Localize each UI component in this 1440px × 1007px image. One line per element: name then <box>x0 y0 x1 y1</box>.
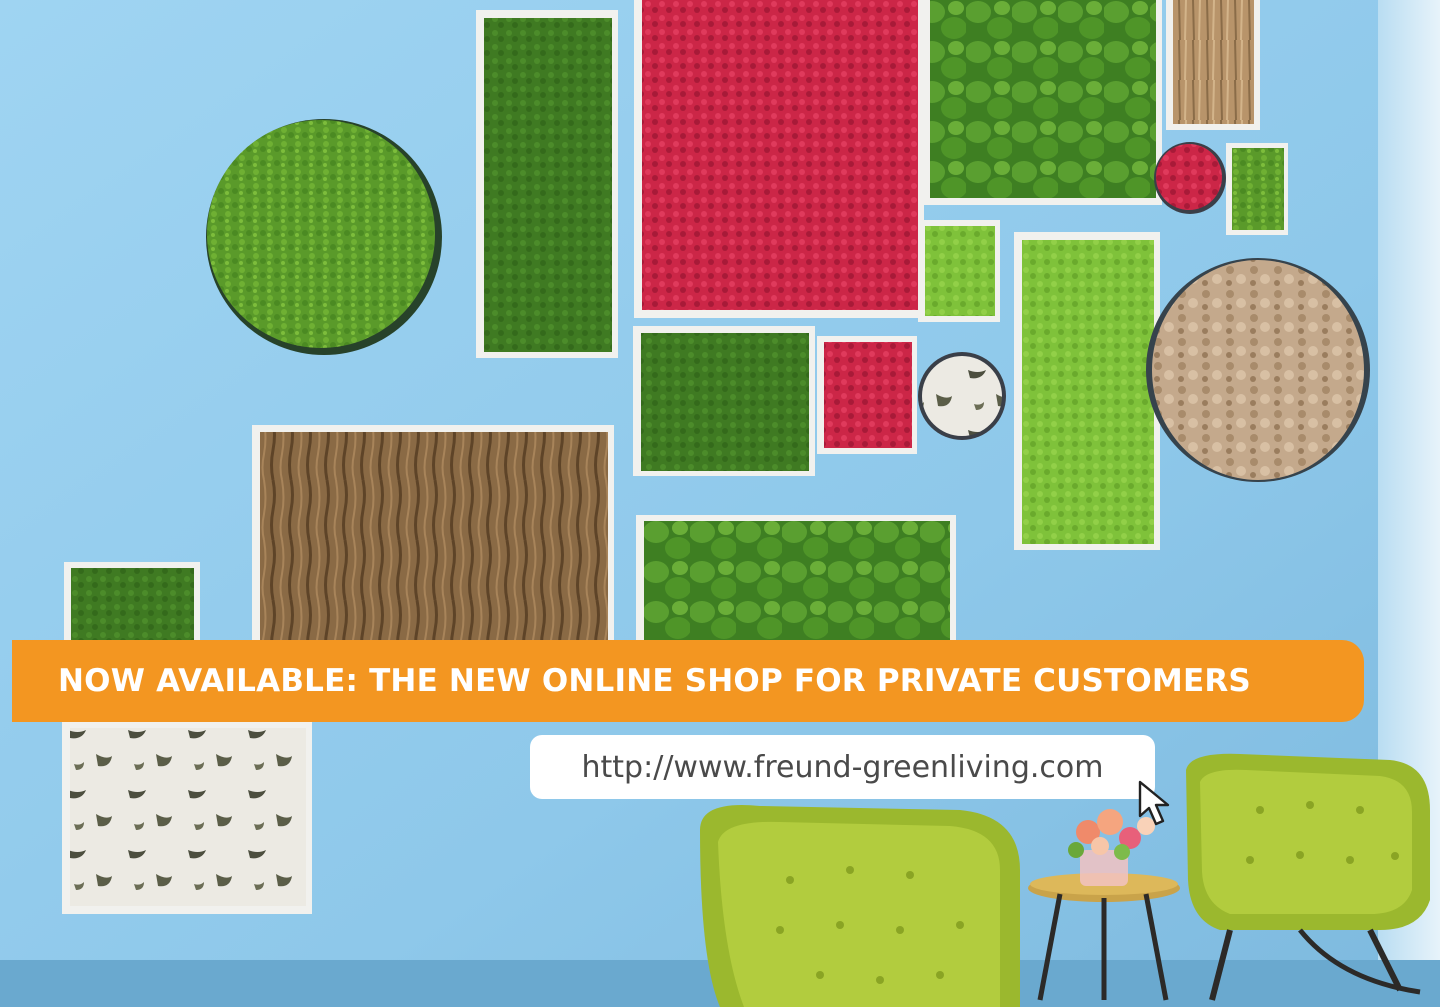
website-url: http://www.freund-greenliving.com <box>581 749 1104 785</box>
moss-wall-photo <box>0 0 1440 1007</box>
website-link[interactable]: http://www.freund-greenliving.com <box>530 735 1155 799</box>
hand-pointer-icon <box>1138 780 1170 826</box>
promo-banner: NOW AVAILABLE: THE NEW ONLINE SHOP FOR P… <box>12 640 1364 722</box>
ad-banner: NOW AVAILABLE: THE NEW ONLINE SHOP FOR P… <box>0 0 1440 1007</box>
banner-headline: NOW AVAILABLE: THE NEW ONLINE SHOP FOR P… <box>58 663 1251 699</box>
